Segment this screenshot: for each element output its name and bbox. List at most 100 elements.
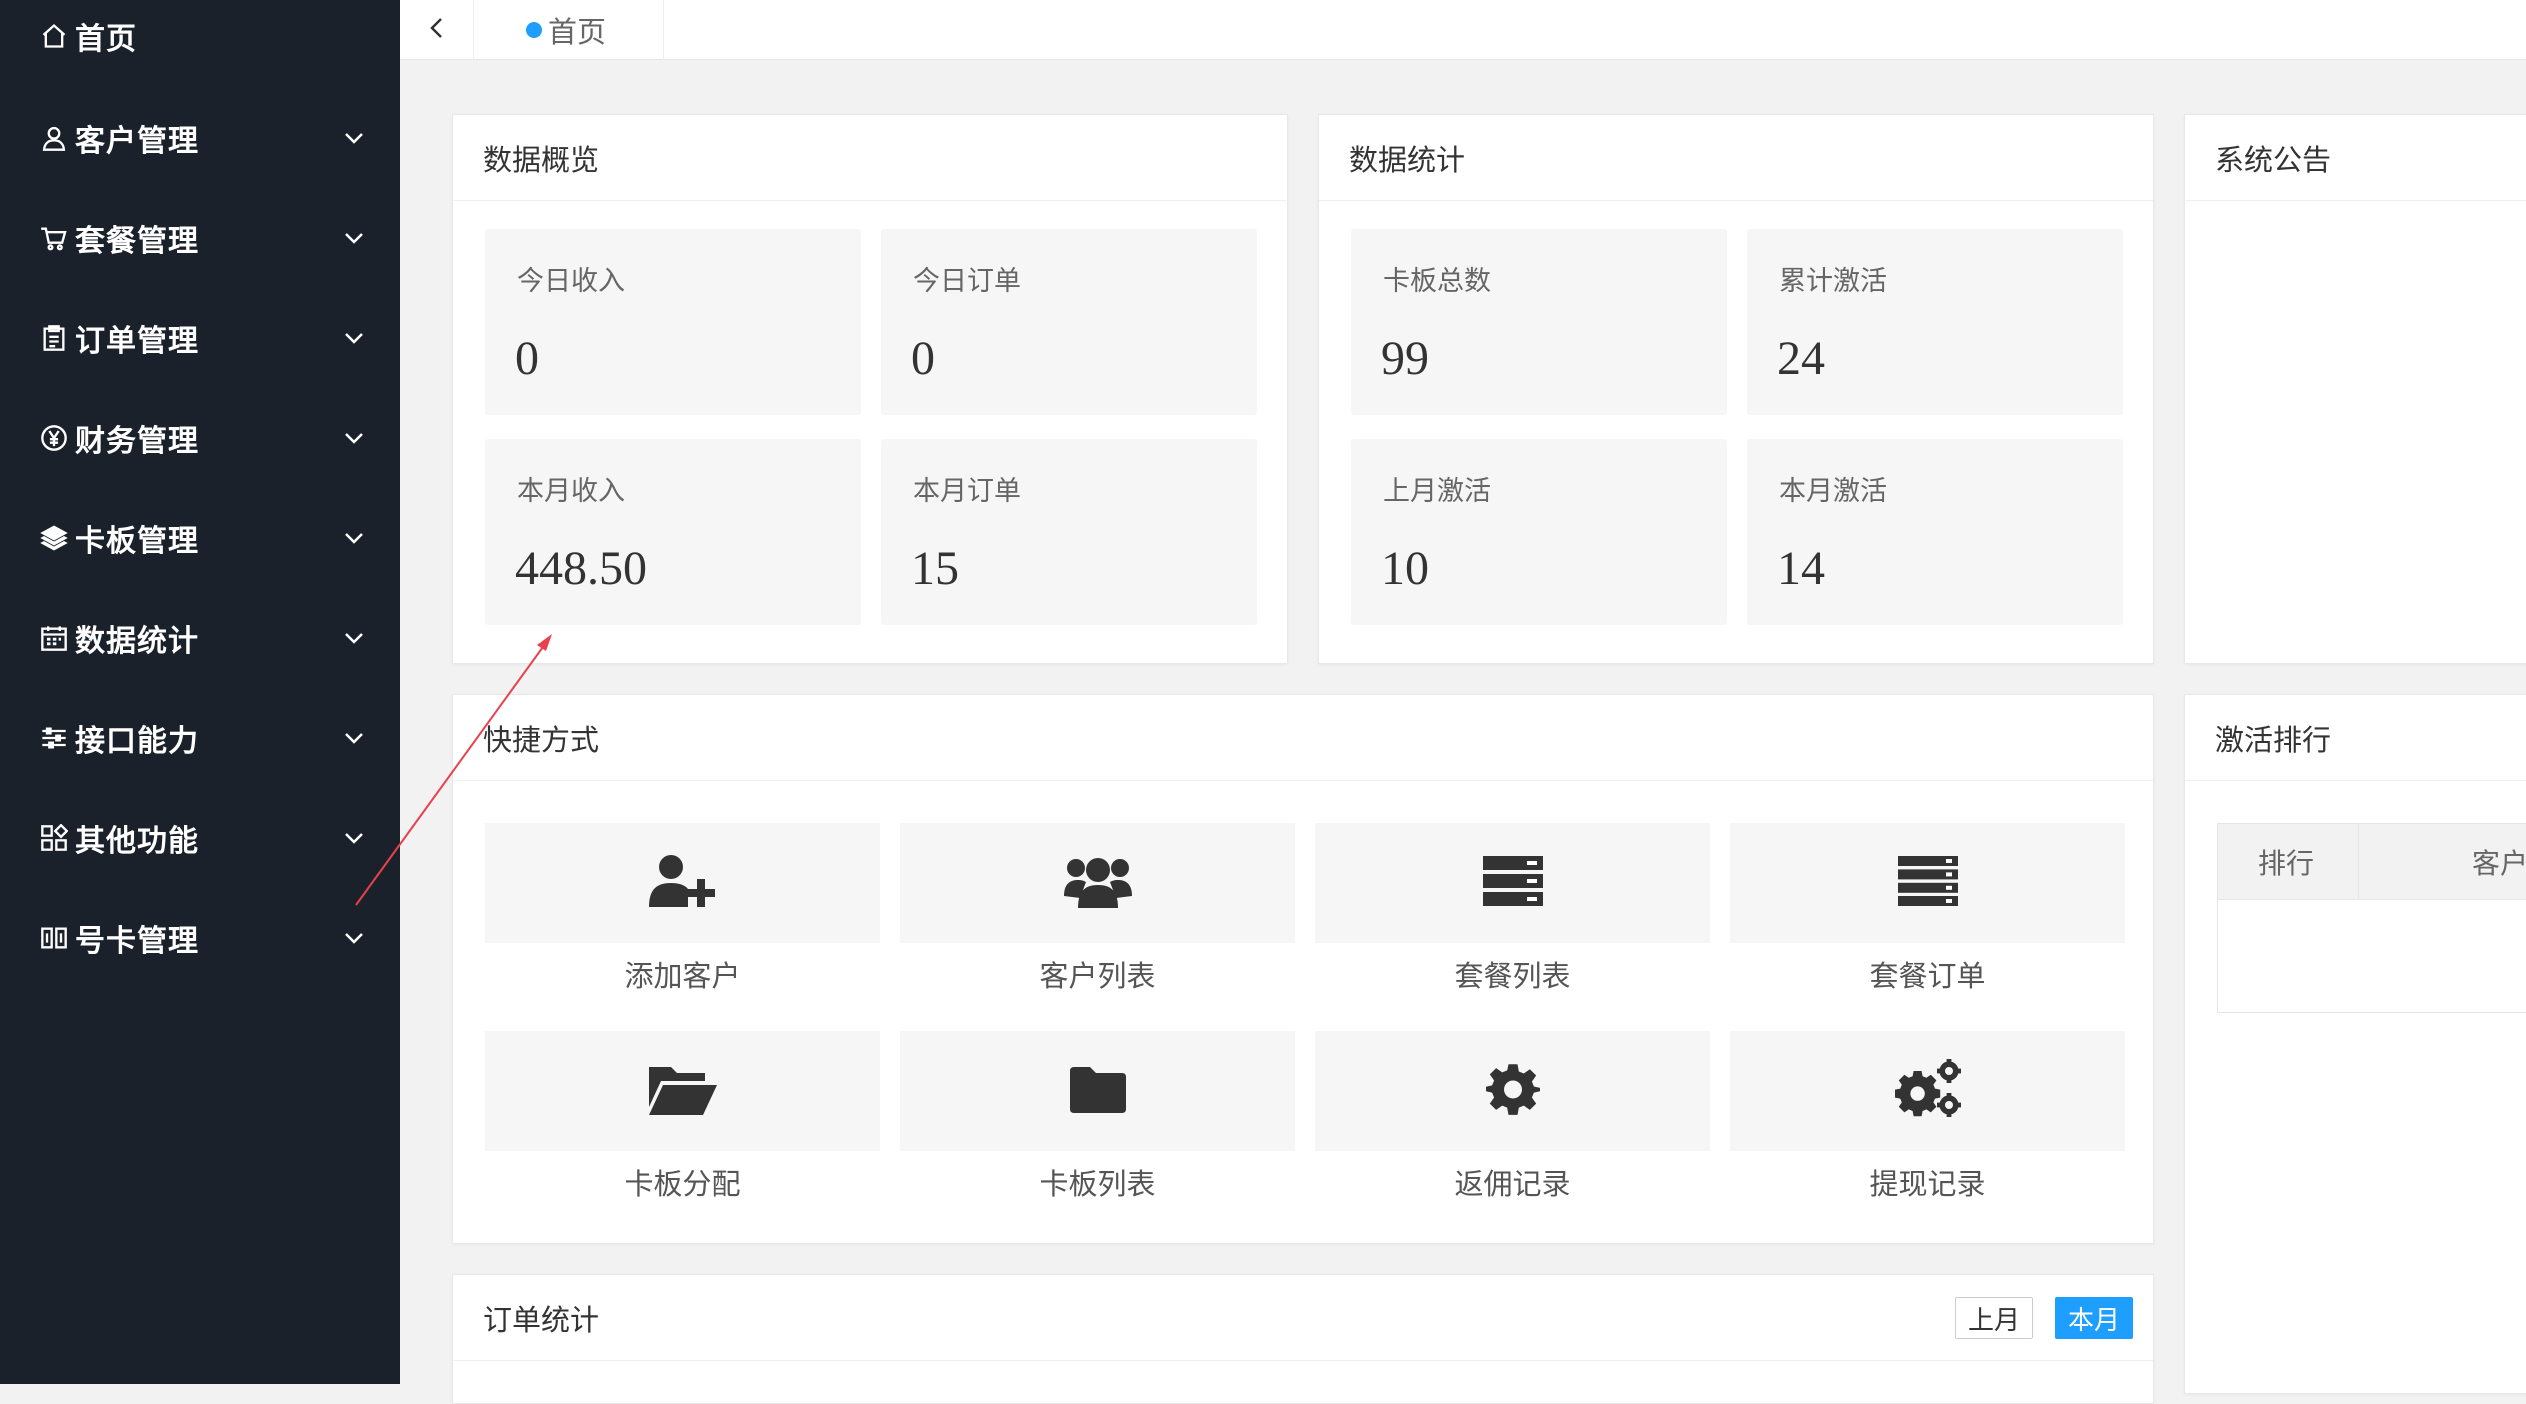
shortcut-label: 客户列表 [1039, 959, 1156, 993]
clipboard-icon [38, 322, 70, 354]
active-tab-dot [526, 22, 542, 38]
ranking-title: 激活排行 [2185, 695, 2526, 781]
sidebar-item-packages[interactable]: 套餐管理 [0, 188, 400, 288]
tab-home[interactable]: 首页 [474, 0, 664, 60]
folder-open-icon [648, 1063, 717, 1119]
col-customer: 客户 [2472, 847, 2526, 880]
gear-icon [1485, 1062, 1540, 1120]
sidebar-item-api[interactable]: 接口能力 [0, 688, 400, 788]
stat-value: 0 [911, 332, 935, 385]
sidebar-item-other[interactable]: 其他功能 [0, 788, 400, 888]
stat-label: 卡板总数 [1383, 266, 1491, 297]
chevron-down-icon [340, 824, 368, 852]
orders-card: 订单统计 上月 本月 [452, 1274, 2154, 1404]
stat-month-income: 本月收入 448.50 [485, 439, 861, 625]
shortcut-card-list[interactable]: 卡板列表 [900, 1031, 1295, 1203]
stat-label: 本月订单 [913, 476, 1021, 507]
col-rank: 排行 [2258, 847, 2315, 880]
sliders-icon [38, 722, 70, 754]
server-icon [1482, 856, 1543, 910]
chevron-down-icon [340, 224, 368, 252]
shortcut-label: 卡板分配 [624, 1167, 741, 1201]
back-button[interactable] [400, 0, 474, 60]
shortcut-package-orders[interactable]: 套餐订单 [1730, 823, 2125, 995]
chevron-down-icon [340, 724, 368, 752]
layers-icon [38, 522, 70, 554]
chevron-down-icon [340, 324, 368, 352]
cart-icon [38, 222, 70, 254]
ranking-card: 激活排行 排行 客户 [2184, 694, 2526, 1394]
notice-title: 系统公告 [2185, 115, 2526, 201]
shortcut-label: 卡板列表 [1039, 1167, 1156, 1201]
overview-card: 数据概览 今日收入 0 今日订单 0 本月收入 448.50 本月订单 15 [452, 114, 1288, 664]
stat-month-orders: 本月订单 15 [881, 439, 1257, 625]
chevron-down-icon [340, 124, 368, 152]
add-user-icon [647, 852, 719, 914]
stat-today-income: 今日收入 0 [485, 229, 861, 415]
sidebar-item-statistics[interactable]: 数据统计 [0, 588, 400, 688]
shortcut-label: 返佣记录 [1454, 1167, 1571, 1201]
sidebar-item-finance[interactable]: 财务管理 [0, 388, 400, 488]
stat-value: 24 [1777, 332, 1825, 385]
stat-month-activated: 本月激活 14 [1747, 439, 2123, 625]
shortcut-label: 套餐列表 [1454, 959, 1571, 993]
chevron-down-icon [340, 524, 368, 552]
sidebar-item-cardboard[interactable]: 卡板管理 [0, 488, 400, 588]
orders-title: 订单统计 [453, 1275, 2153, 1361]
tab-home-label: 首页 [548, 15, 607, 49]
sidebar-item-label: 号卡管理 [75, 924, 199, 959]
stat-total-cards: 卡板总数 99 [1351, 229, 1727, 415]
chevron-down-icon [340, 624, 368, 652]
sidebar-item-label: 首页 [75, 22, 137, 57]
shortcut-card-allocation[interactable]: 卡板分配 [485, 1031, 880, 1203]
stat-today-orders: 今日订单 0 [881, 229, 1257, 415]
shortcut-add-customer[interactable]: 添加客户 [485, 823, 880, 995]
sidebar-item-home[interactable]: 首页 [0, 0, 400, 86]
shortcuts-title: 快捷方式 [453, 695, 2153, 781]
sidebar-item-customers[interactable]: 客户管理 [0, 88, 400, 188]
yen-icon [38, 422, 70, 454]
top-tab-bar: 首页 [400, 0, 2526, 60]
sidebar-item-sim[interactable]: 号卡管理 [0, 888, 400, 988]
sidebar-item-label: 客户管理 [75, 124, 199, 159]
user-icon [38, 122, 70, 154]
sidebar-item-label: 财务管理 [75, 424, 199, 459]
stat-last-month-activated: 上月激活 10 [1351, 439, 1727, 625]
sidebar-item-orders[interactable]: 订单管理 [0, 288, 400, 388]
ranking-table: 排行 客户 [2217, 823, 2526, 1013]
overview-title: 数据概览 [453, 115, 1287, 201]
shortcuts-card: 快捷方式 添加客户 客户列表 套餐列表 套餐订单 卡板分配 卡板列表 返佣记录 … [452, 694, 2154, 1244]
stat-value: 99 [1381, 332, 1429, 385]
stat-label: 今日订单 [913, 266, 1021, 297]
sidebar-item-label: 套餐管理 [75, 224, 199, 259]
shortcut-commission-records[interactable]: 返佣记录 [1315, 1031, 1710, 1203]
chevron-left-icon [425, 16, 449, 44]
stat-value: 15 [911, 542, 959, 595]
sidebar-item-label: 其他功能 [75, 824, 199, 859]
stat-label: 本月激活 [1779, 476, 1887, 507]
stat-total-activated: 累计激活 24 [1747, 229, 2123, 415]
server-list-icon [1897, 856, 1958, 910]
stat-value: 448.50 [515, 542, 647, 595]
last-month-button[interactable]: 上月 [1955, 1297, 2034, 1339]
folder-icon [1069, 1065, 1126, 1117]
sidebar-item-label: 接口能力 [75, 724, 199, 759]
column-divider [2358, 824, 2359, 900]
ranking-table-header: 排行 客户 [2218, 824, 2526, 900]
stat-label: 今日收入 [517, 266, 625, 297]
shortcut-label: 套餐订单 [1869, 959, 1986, 993]
stat-value: 0 [515, 332, 539, 385]
this-month-button[interactable]: 本月 [2055, 1297, 2134, 1339]
sidebar-item-label: 数据统计 [75, 624, 199, 659]
shortcut-withdraw-records[interactable]: 提现记录 [1730, 1031, 2125, 1203]
calendar-icon [38, 622, 70, 654]
sidebar-item-label: 订单管理 [75, 324, 199, 359]
shortcut-customer-list[interactable]: 客户列表 [900, 823, 1295, 995]
sidebar-item-label: 卡板管理 [75, 524, 199, 559]
shortcut-package-list[interactable]: 套餐列表 [1315, 823, 1710, 995]
stat-label: 上月激活 [1383, 476, 1491, 507]
chevron-down-icon [340, 424, 368, 452]
stat-label: 累计激活 [1779, 266, 1887, 297]
home-icon [38, 20, 70, 52]
stat-label: 本月收入 [517, 476, 625, 507]
